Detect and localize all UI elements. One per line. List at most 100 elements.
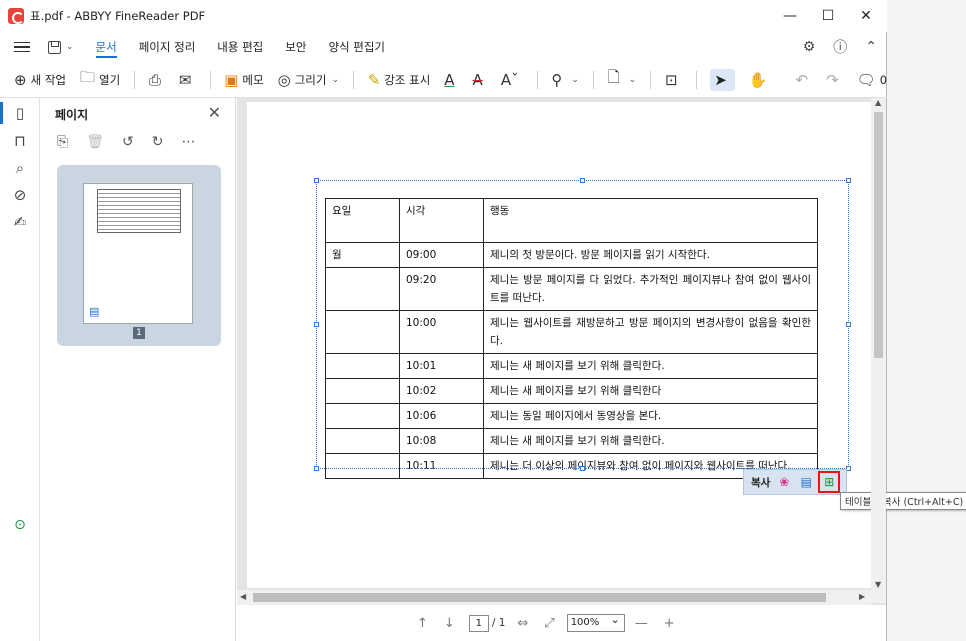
- comments-button[interactable]: 🗨 0: [857, 71, 887, 89]
- search-icon[interactable]: ⌕: [10, 158, 30, 178]
- underline-text-button[interactable]: A: [444, 71, 458, 89]
- snapshot-button[interactable]: ⊡: [665, 71, 682, 89]
- tab-edit-content[interactable]: 내용 편집: [217, 32, 263, 62]
- rotate-right-icon[interactable]: ↻: [152, 134, 164, 150]
- toolbar-divider: [209, 70, 211, 89]
- document-view: 요일 시각 행동 월 09:00 제니의 첫 방문이다. 방문 페이지를 읽기 …: [237, 98, 966, 641]
- vertical-scroll-thumb[interactable]: [874, 112, 883, 358]
- scroll-down-icon[interactable]: ▼: [875, 580, 881, 589]
- page-thumbnail-image: ▤: [83, 183, 193, 324]
- resize-handle[interactable]: [580, 466, 585, 471]
- draw-button[interactable]: ◎ 그리기 ⌄: [278, 71, 339, 89]
- resize-handle[interactable]: [846, 178, 851, 183]
- undo-icon: ↶: [795, 70, 809, 89]
- page-number-input[interactable]: 1: [468, 614, 489, 632]
- signature-icon[interactable]: ✍: [10, 212, 30, 232]
- chevron-down-icon: ⌄: [628, 74, 637, 85]
- new-task-label: 새 작업: [30, 72, 66, 87]
- panel-close-icon[interactable]: ✕: [208, 103, 221, 122]
- bookmark-icon[interactable]: ⊓: [10, 131, 30, 151]
- resize-handle[interactable]: [314, 178, 319, 183]
- page-fit-icon[interactable]: ⇔: [517, 616, 528, 631]
- copy-as-text-icon[interactable]: ▤: [798, 474, 814, 490]
- app-window: 표.pdf - ABBYY FineReader PDF — ☐ ✕ ⌄ 문서 …: [0, 0, 966, 641]
- hamburger-menu-icon[interactable]: [14, 39, 30, 56]
- tab-security[interactable]: 보안: [285, 32, 306, 62]
- horizontal-scroll-thumb[interactable]: [253, 593, 826, 602]
- more-options-icon[interactable]: ⋯: [181, 134, 195, 150]
- save-icon[interactable]: [48, 40, 61, 54]
- toolbar-divider: [352, 70, 354, 89]
- undo-button[interactable]: ↶: [796, 71, 813, 89]
- next-page-icon[interactable]: ↓: [444, 616, 455, 631]
- help-icon[interactable]: ⓘ: [833, 37, 847, 57]
- panel-title: 페이지: [55, 108, 89, 122]
- rotate-left-icon[interactable]: ↺: [122, 134, 134, 150]
- add-page-icon[interactable]: ⎘: [57, 134, 68, 150]
- open-button[interactable]: 🗀 열기: [80, 67, 120, 92]
- title-bar: 표.pdf - ABBYY FineReader PDF — ☐ ✕: [0, 0, 887, 32]
- snapshot-icon: ⊡: [664, 70, 678, 89]
- stamp-button[interactable]: ⚲ ⌄: [551, 71, 579, 89]
- vertical-scrollbar[interactable]: ▲ ▼: [871, 98, 886, 603]
- scroll-up-icon[interactable]: ▲: [875, 98, 881, 107]
- toolbar-divider: [592, 70, 594, 89]
- copy-as-table-icon[interactable]: ⊞: [818, 471, 841, 493]
- resize-handle[interactable]: [314, 466, 319, 471]
- previous-page-icon[interactable]: ↑: [417, 616, 428, 631]
- copy-text-button[interactable]: 복사: [751, 475, 770, 490]
- copy-toolbar: 복사 ❀ ▤ ⊞: [743, 469, 847, 495]
- toolbar-divider: [695, 70, 697, 89]
- insert-text-button[interactable]: Aˇ: [501, 71, 523, 89]
- fullscreen-icon[interactable]: ⤢: [544, 616, 554, 631]
- highlight-button[interactable]: ✎ 강조 표시: [368, 71, 431, 89]
- copy-as-image-icon[interactable]: ❀: [776, 474, 792, 490]
- folder-icon: 🗀: [79, 68, 95, 86]
- memo-button[interactable]: ▣ 메모: [224, 71, 263, 89]
- delete-page-icon[interactable]: 🗑: [86, 134, 104, 150]
- zoom-select[interactable]: 100%: [566, 612, 625, 632]
- zoom-out-icon[interactable]: —: [635, 616, 648, 631]
- left-rail: ▯ ⊓ ⌕ ⊘ ✍: [0, 98, 40, 641]
- save-dropdown-icon[interactable]: ⌄: [66, 42, 74, 52]
- comment-icon: 🗨: [856, 70, 876, 89]
- table-selection-box[interactable]: [314, 178, 851, 471]
- hand-tool-button[interactable]: ✋: [749, 71, 772, 89]
- maximize-button[interactable]: ☐: [808, 0, 848, 32]
- tab-document[interactable]: 문서: [95, 32, 117, 62]
- ocr-status-icon[interactable]: ⊙: [0, 507, 40, 543]
- resize-handle[interactable]: [580, 178, 585, 183]
- redo-icon: ↷: [826, 70, 839, 89]
- search-page-button[interactable]: 🗋 ⌄: [608, 67, 637, 92]
- resize-handle[interactable]: [314, 322, 319, 327]
- scroll-left-icon[interactable]: ◀: [240, 592, 246, 601]
- select-tool-button[interactable]: ➤: [710, 68, 735, 91]
- close-button[interactable]: ✕: [846, 0, 886, 32]
- print-button[interactable]: ⎙: [149, 71, 165, 89]
- collapse-ribbon-icon[interactable]: ⌃: [865, 39, 877, 55]
- resize-handle[interactable]: [846, 322, 851, 327]
- chevron-down-icon: ⌄: [571, 74, 579, 85]
- status-bar: ↑ ↓ 1 / 1 ⇔ ⤢ 100% — +: [237, 605, 886, 641]
- minimize-button[interactable]: —: [770, 0, 810, 32]
- ribbon-tabs: ⌄ 문서 페이지 정리 내용 편집 보안 양식 편집기 ⚙ ⓘ ⌃: [0, 32, 887, 62]
- scroll-right-icon[interactable]: ▶: [859, 592, 865, 601]
- envelope-icon: ✉: [178, 70, 192, 89]
- rail-active-indicator: [0, 102, 3, 124]
- chevron-down-icon: ⌄: [331, 74, 339, 85]
- tab-organize-pages[interactable]: 페이지 정리: [139, 32, 196, 62]
- email-button[interactable]: ✉: [179, 71, 196, 89]
- tab-form-editor[interactable]: 양식 편집기: [328, 32, 385, 62]
- thumbnail-table-preview: [97, 189, 181, 233]
- page-thumbnail[interactable]: ▤ 1: [57, 165, 221, 346]
- main-toolbar: ⊕ 새 작업 🗀 열기 ⎙ ✉ ▣ 메모 ◎ 그리기 ⌄ ✎ 강조 표시 A A Aˇ ⚲ ⌄…: [0, 62, 887, 98]
- copy-table-tooltip: 테이블로 복사 (Ctrl+Alt+C): [840, 492, 966, 510]
- zoom-in-icon[interactable]: +: [664, 616, 675, 631]
- horizontal-scrollbar[interactable]: ◀ ▶: [237, 590, 871, 605]
- redo-button[interactable]: ↷: [826, 71, 843, 89]
- settings-gear-icon[interactable]: ⚙: [803, 39, 816, 55]
- strikethrough-button[interactable]: A: [473, 71, 487, 89]
- new-task-button[interactable]: ⊕ 새 작업: [14, 71, 66, 89]
- pages-panel-icon[interactable]: ▯: [10, 103, 30, 123]
- attachment-icon[interactable]: ⊘: [10, 185, 30, 205]
